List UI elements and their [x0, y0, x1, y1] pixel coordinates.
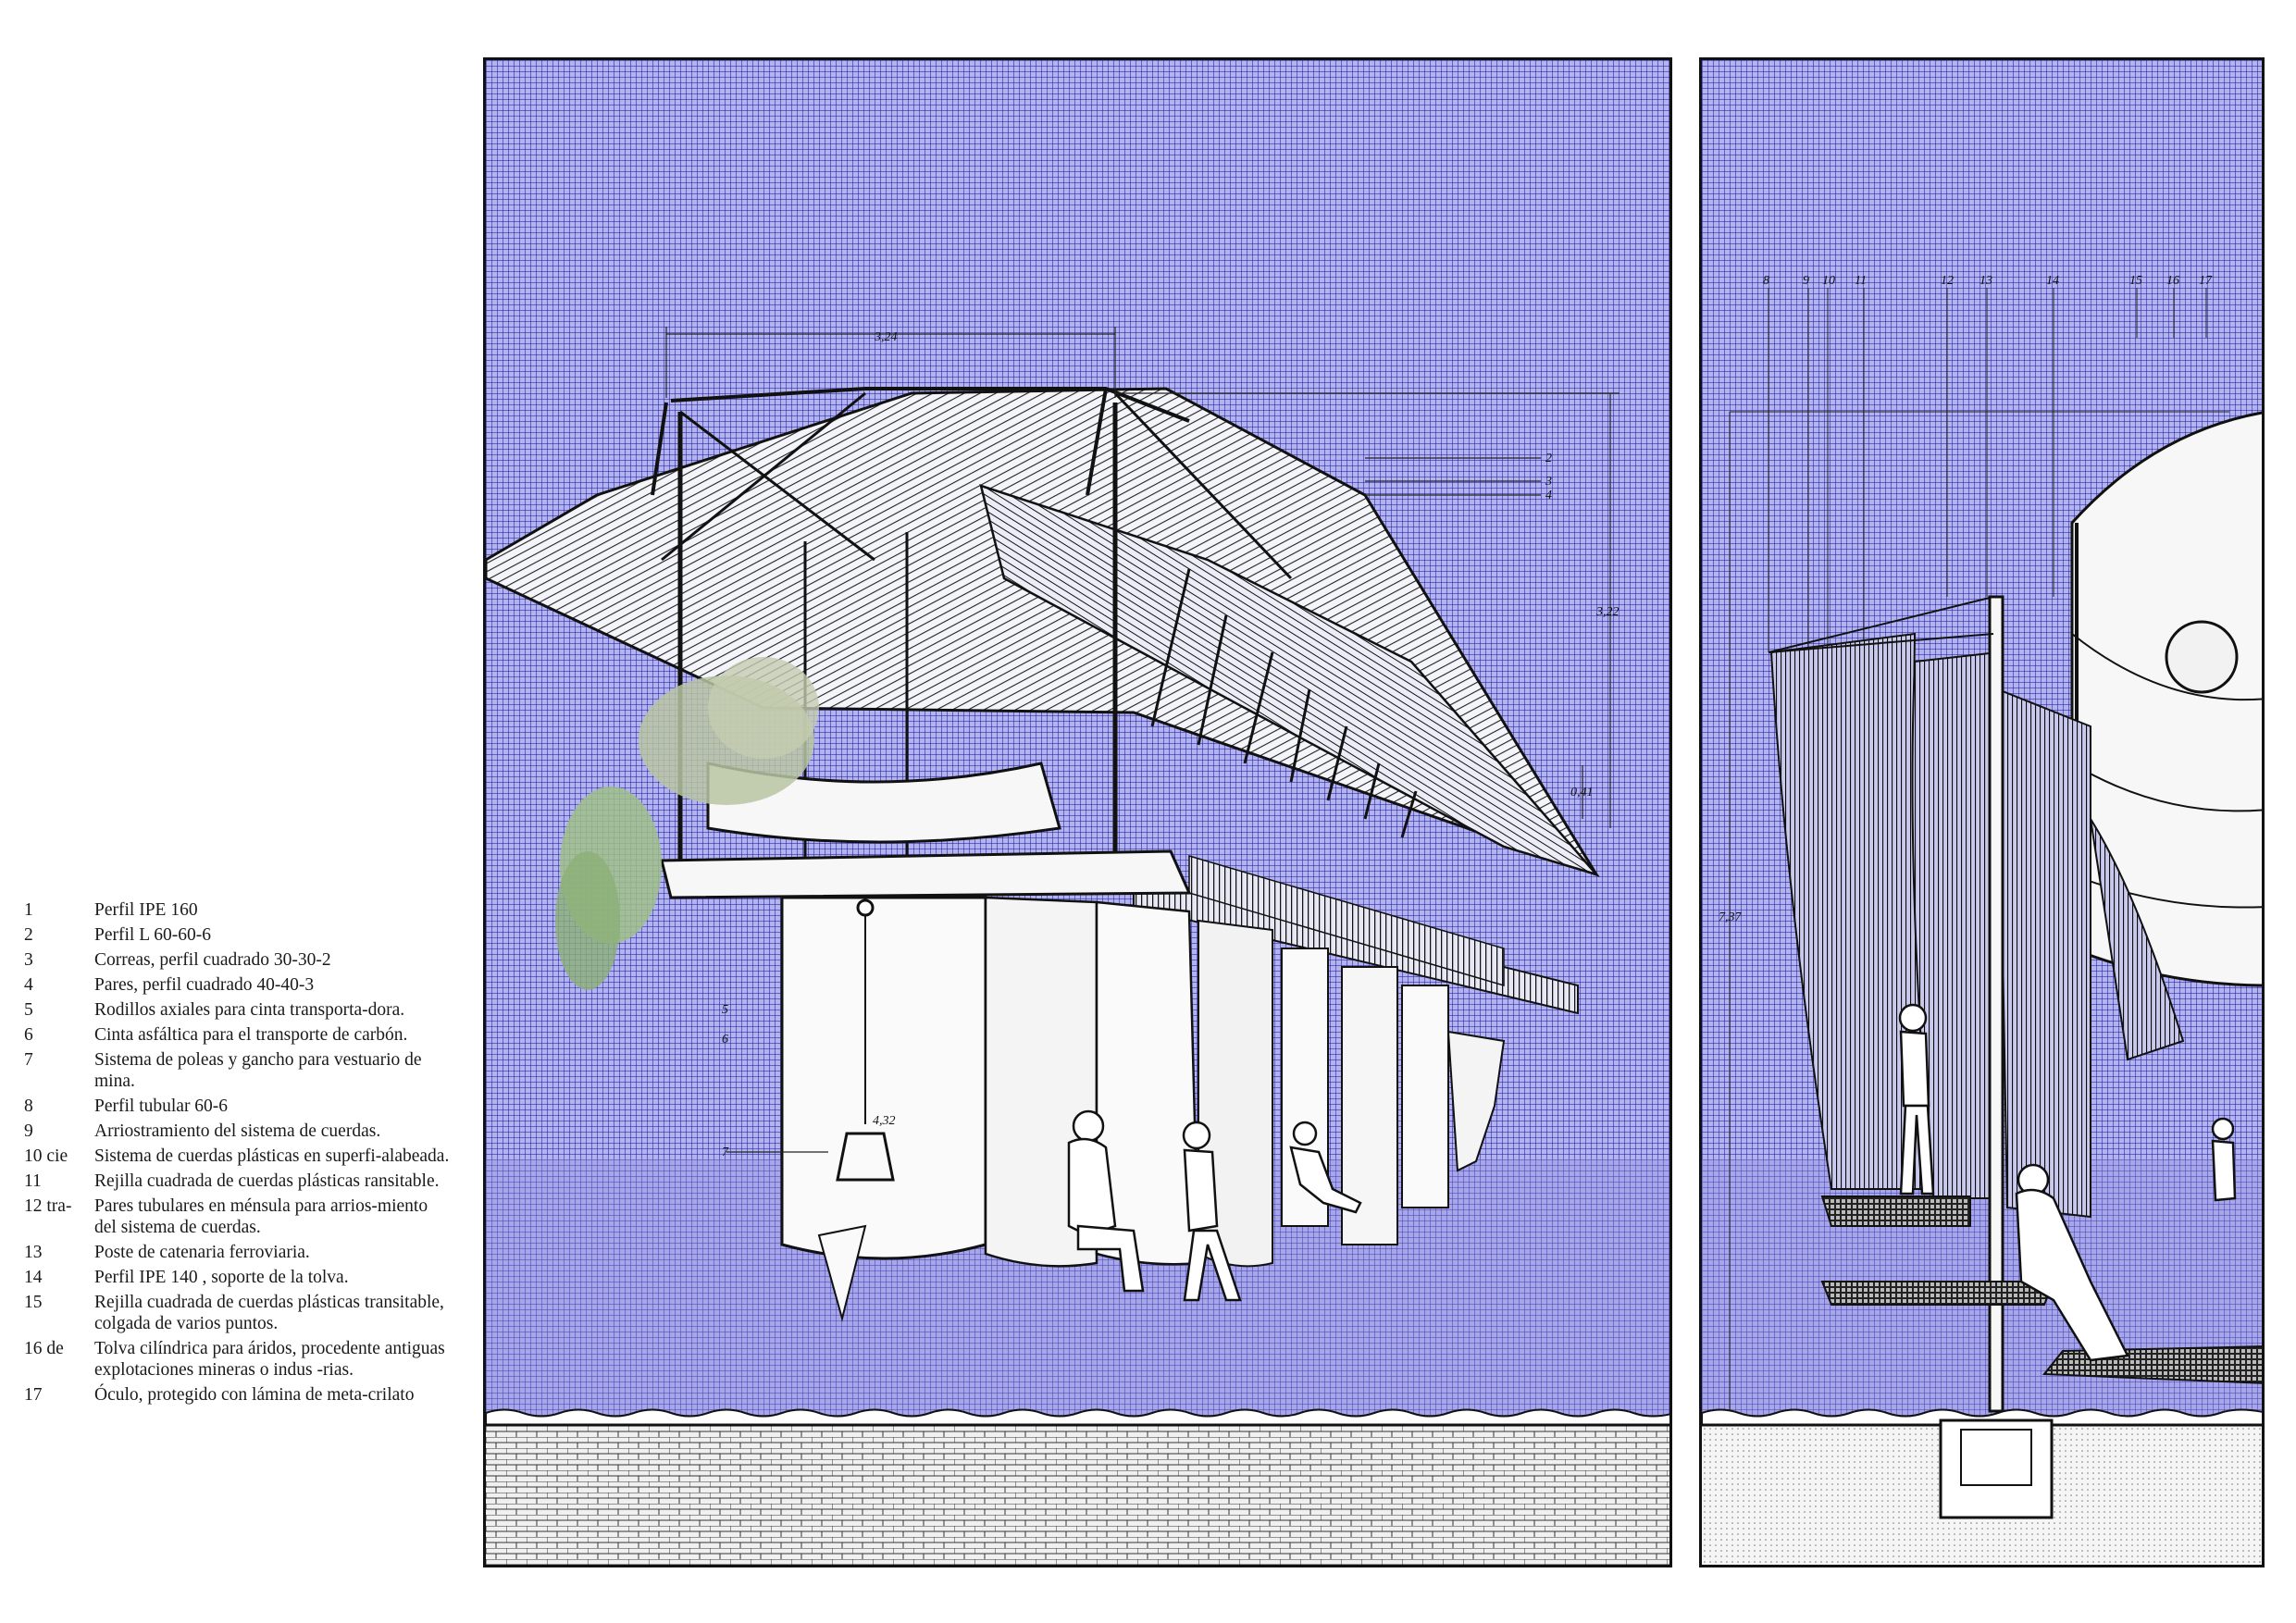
legend: 1 Perfil IPE 160 2 Perfil L 60-60-6 3 Correas… [24, 899, 450, 1409]
legend-number: 4 [24, 975, 33, 995]
legend-number: 11 [24, 1171, 42, 1191]
callout-13: 13 [1980, 274, 1992, 288]
callout-6: 6 [722, 1033, 728, 1047]
legend-number: 9 [24, 1121, 33, 1141]
legend-item: 10 cie Sistema de cuerdas plásticas en su… [24, 1146, 450, 1167]
legend-text: Correas, perfil cuadrado 30-30-2 [94, 950, 331, 970]
legend-number: 5 [24, 1000, 33, 1020]
callout-4: 4 [1545, 489, 1552, 502]
hanging-sheet [780, 896, 987, 1260]
legend-item: 7 Sistema de poleas y gancho para vestuar… [24, 1049, 450, 1092]
legend-number: 2 [24, 925, 33, 945]
left-section-drawing: 3,24 3,22 0,41 4,32 2 3 4 5 6 7 [486, 327, 1669, 1565]
dim-height: 7,37 [1719, 911, 1743, 924]
legend-number: 13 [24, 1243, 43, 1262]
callout-11: 11 [1855, 274, 1867, 288]
legend-item: 1 Perfil IPE 160 [24, 899, 450, 921]
legend-text: Cinta asfáltica para el transporte de ca… [94, 1025, 408, 1045]
legend-text: Sistema de cuerdas plásticas en superfi-… [94, 1146, 450, 1166]
legend-text: Perfil L 60-60-6 [94, 925, 211, 945]
legend-item: 9 Arriostramiento del sistema de cuerdas. [24, 1121, 450, 1142]
legend-number: 17 [24, 1385, 43, 1405]
legend-number: 15 [24, 1293, 43, 1312]
callout-9: 9 [1803, 274, 1809, 288]
legend-text: Poste de catenaria ferroviaria. [94, 1243, 310, 1262]
legend-text: Óculo, protegido con lámina de meta-cril… [94, 1385, 415, 1405]
grate-platform [1820, 1281, 2055, 1306]
callout-2: 2 [1545, 452, 1552, 465]
legend-item: 6 Cinta asfáltica para el transporte de c… [24, 1024, 450, 1046]
callout-14: 14 [2046, 274, 2059, 288]
dim-hook-height: 4,32 [873, 1114, 896, 1128]
legend-item: 2 Perfil L 60-60-6 [24, 924, 450, 946]
callout-8: 8 [1763, 274, 1769, 288]
legend-text: Rejilla cuadrada de cuerdas plásticas tr… [94, 1293, 444, 1333]
hanging-sheet [1401, 985, 1449, 1208]
legend-item: 15 Rejilla cuadrada de cuerdas plásticas … [24, 1292, 450, 1334]
legend-number: 6 [24, 1025, 33, 1045]
legend-number: 12 tra- [24, 1196, 72, 1216]
legend-text: Perfil IPE 160 [94, 900, 198, 920]
right-section-drawing: 8 9 10 11 12 13 14 15 16 17 7,37 [1702, 274, 2262, 1565]
legend-text: Arriostramiento del sistema de cuerdas. [94, 1121, 381, 1141]
grate-platform [1820, 1196, 1971, 1227]
legend-number: 3 [24, 950, 33, 970]
support-pier [1446, 1030, 1506, 1172]
legend-item: 11 Rejilla cuadrada de cuerdas plásticas … [24, 1171, 450, 1192]
legend-number: 10 cie [24, 1146, 68, 1166]
callout-3: 3 [1545, 475, 1552, 489]
legend-item: 3 Correas, perfil cuadrado 30-30-2 [24, 949, 450, 971]
legend-item: 16 de Tolva cilíndrica para áridos, proce… [24, 1338, 450, 1381]
legend-number: 1 [24, 900, 33, 920]
callout-17: 17 [2199, 274, 2213, 288]
legend-number: 14 [24, 1268, 43, 1287]
dim-height-right: 3,22 [1595, 605, 1620, 619]
legend-text: Pares tubulares en ménsula para arrios-m… [94, 1196, 428, 1237]
legend-item: 8 Perfil tubular 60-6 [24, 1096, 450, 1117]
legend-text: Perfil IPE 140 , soporte de la tolva. [94, 1268, 349, 1287]
oculus [2165, 620, 2239, 694]
callout-12: 12 [1941, 274, 1954, 288]
legend-text: Rodillos axiales para cinta transporta-d… [94, 1000, 405, 1020]
dim-span-top: 3,24 [874, 330, 898, 344]
legend-text: Pares, perfil cuadrado 40-40-3 [94, 975, 315, 995]
legend-item: 17 Óculo, protegido con lámina de meta-cr… [24, 1384, 450, 1406]
callout-7: 7 [722, 1146, 729, 1159]
legend-text: Tolva cilíndrica para áridos, procedente… [94, 1339, 445, 1380]
legend-item: 4 Pares, perfil cuadrado 40-40-3 [24, 974, 450, 996]
main-beam [660, 849, 1192, 899]
post-footing [1939, 1419, 2054, 1519]
left-section-panel: 3,24 3,22 0,41 4,32 2 3 4 5 6 7 [483, 57, 1672, 1567]
legend-text: Rejilla cuadrada de cuerdas plásticas ra… [94, 1171, 440, 1191]
legend-item: 12 tra- Pares tubulares en ménsula para a… [24, 1196, 450, 1238]
foundation [486, 1425, 1669, 1565]
legend-text: Sistema de poleas y gancho para vestuari… [94, 1050, 422, 1091]
legend-number: 8 [24, 1096, 33, 1116]
callout-16: 16 [2166, 274, 2179, 288]
rope-surface [1996, 688, 2091, 1219]
callout-5: 5 [722, 1003, 728, 1017]
legend-item: 14 Perfil IPE 140 , soporte de la tolva. [24, 1267, 450, 1288]
dim-depth-small: 0,41 [1570, 786, 1594, 799]
legend-number: 16 de [24, 1339, 64, 1358]
legend-text: Perfil tubular 60-6 [94, 1096, 229, 1116]
callout-10: 10 [1822, 274, 1835, 288]
legend-item: 13 Poste de catenaria ferroviaria. [24, 1242, 450, 1263]
legend-number: 7 [24, 1050, 33, 1070]
legend-item: 5 Rodillos axiales para cinta transporta-… [24, 999, 450, 1021]
right-section-panel: 8 9 10 11 12 13 14 15 16 17 7,37 [1699, 57, 2265, 1567]
callout-15: 15 [2129, 274, 2142, 288]
